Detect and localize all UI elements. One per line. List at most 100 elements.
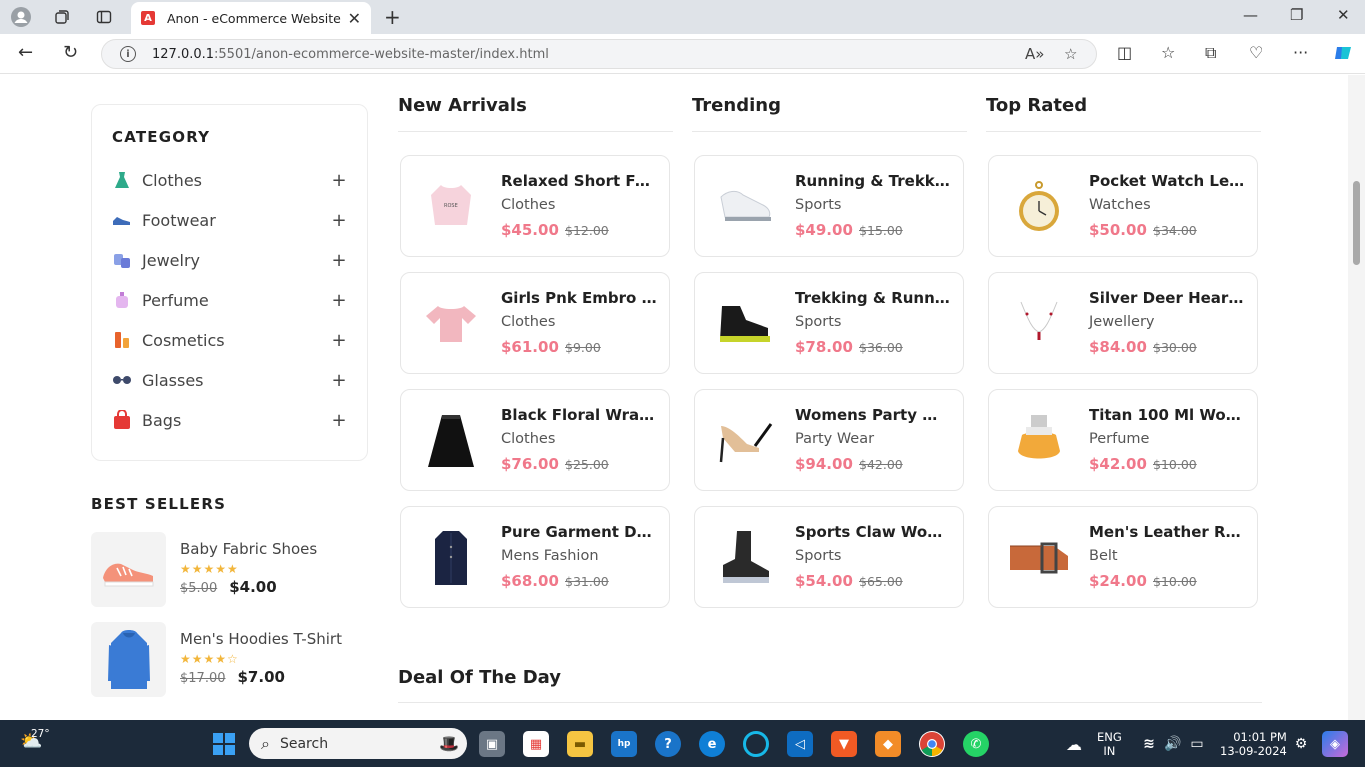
vscode-icon[interactable]: ◁: [787, 731, 813, 757]
product-category[interactable]: Clothes: [501, 314, 555, 330]
read-aloud-icon[interactable]: A»: [1025, 45, 1044, 63]
product-image[interactable]: [415, 520, 487, 596]
chrome-icon[interactable]: [919, 731, 945, 757]
help-icon[interactable]: ?: [655, 731, 681, 757]
product-name[interactable]: Running & Trekking Shoes - White: [795, 172, 953, 190]
product-image[interactable]: [415, 286, 487, 362]
taskbar-search[interactable]: ⌕ Search 🎩: [249, 728, 467, 759]
product-name[interactable]: Pocket Watch Leather Pouch: [1089, 172, 1247, 190]
product-name[interactable]: Sports Claw Women's Shoes: [795, 523, 953, 541]
product-name[interactable]: Pure Garment Dyed Cotton Shirt: [501, 523, 659, 541]
product-category[interactable]: Watches: [1089, 197, 1151, 213]
product-image[interactable]: [1003, 286, 1075, 362]
product-category[interactable]: Clothes: [501, 197, 555, 213]
language-indicator[interactable]: ENG IN: [1097, 730, 1122, 758]
expand-plus-icon[interactable]: +: [331, 370, 347, 391]
expand-plus-icon[interactable]: +: [331, 250, 347, 271]
volume-icon[interactable]: 🔊: [1160, 731, 1186, 757]
best-seller-name[interactable]: Men's Hoodies T-Shirt: [180, 630, 342, 648]
best-seller-name[interactable]: Baby Fabric Shoes: [180, 540, 317, 558]
top-rated-product-card[interactable]: Men's Leather Reversible Belt Belt $24.00 $…: [988, 506, 1258, 608]
task-view-icon[interactable]: ▣: [479, 731, 505, 757]
restore-icon[interactable]: ❐: [1290, 6, 1303, 24]
more-menu-icon[interactable]: ···: [1293, 43, 1308, 62]
product-image[interactable]: [1003, 403, 1075, 479]
product-image[interactable]: [1003, 169, 1075, 245]
product-image[interactable]: [415, 403, 487, 479]
top-rated-product-card[interactable]: Pocket Watch Leather Pouch Watches $50.00 $…: [988, 155, 1258, 257]
category-item-cosmetics[interactable]: Cosmetics +: [112, 320, 347, 360]
close-window-icon[interactable]: ✕: [1337, 6, 1350, 24]
app-icon[interactable]: ◆: [875, 731, 901, 757]
product-name[interactable]: Silver Deer Heart Necklace: [1089, 289, 1247, 307]
favorite-star-icon[interactable]: ☆: [1064, 45, 1077, 63]
trending-product-card[interactable]: Running & Trekking Shoes - White Sports $4…: [694, 155, 964, 257]
top-rated-product-card[interactable]: Silver Deer Heart Necklace Jewellery $84.0…: [988, 272, 1258, 374]
split-screen-icon[interactable]: ◫: [1117, 43, 1132, 62]
product-category[interactable]: Party Wear: [795, 431, 874, 447]
product-image[interactable]: [709, 286, 781, 362]
notification-icon[interactable]: ⚙: [1288, 731, 1314, 757]
expand-plus-icon[interactable]: +: [331, 210, 347, 231]
expand-plus-icon[interactable]: +: [331, 410, 347, 431]
product-image[interactable]: [709, 520, 781, 596]
category-item-bags[interactable]: Bags +: [112, 400, 347, 440]
onedrive-icon[interactable]: ☁: [1061, 731, 1087, 757]
trending-product-card[interactable]: Trekking & Running Shoes - Black Sports $7…: [694, 272, 964, 374]
product-name[interactable]: Womens Party Wear Shoes: [795, 406, 953, 424]
wifi-icon[interactable]: ≋: [1136, 731, 1162, 757]
tab-actions-icon[interactable]: [93, 6, 115, 28]
clock[interactable]: 01:01 PM 13-09-2024: [1220, 730, 1287, 758]
myhp-icon[interactable]: hp: [611, 731, 637, 757]
expand-plus-icon[interactable]: +: [331, 170, 347, 191]
product-category[interactable]: Mens Fashion: [501, 548, 599, 564]
new-arrivals-product-card[interactable]: Black Floral Wrap Midi Skirt Clothes $76.0…: [400, 389, 670, 491]
product-category[interactable]: Belt: [1089, 548, 1118, 564]
new-arrivals-product-card[interactable]: ROSE Relaxed Short Full Sleeve T-Shirt Clo…: [400, 155, 670, 257]
product-image[interactable]: [709, 169, 781, 245]
expand-plus-icon[interactable]: +: [331, 290, 347, 311]
product-image[interactable]: [1003, 520, 1075, 596]
favorites-icon[interactable]: ☆: [1161, 43, 1175, 62]
trending-product-card[interactable]: Womens Party Wear Shoes Party Wear $94.00 $…: [694, 389, 964, 491]
product-name[interactable]: Titan 100 Ml Womens Perfume: [1089, 406, 1247, 424]
minimize-icon[interactable]: —: [1243, 6, 1258, 24]
url-bar[interactable]: i 127.0.0.1 :5501/anon-ecommerce-website…: [101, 39, 1097, 69]
product-image[interactable]: [709, 403, 781, 479]
product-name[interactable]: Relaxed Short Full Sleeve T-Shirt: [501, 172, 659, 190]
best-seller-item[interactable]: Men's Hoodies T-Shirt ★★★★☆ $17.00 $7.00: [91, 622, 368, 697]
product-name[interactable]: Trekking & Running Shoes - Black: [795, 289, 953, 307]
browser-essentials-icon[interactable]: ♡: [1249, 43, 1263, 62]
product-image[interactable]: ROSE: [415, 169, 487, 245]
tab-active[interactable]: A Anon - eCommerce Website ✕: [131, 2, 371, 34]
copilot-icon[interactable]: [1333, 43, 1353, 67]
product-category[interactable]: Clothes: [501, 431, 555, 447]
category-item-footwear[interactable]: Footwear +: [112, 200, 347, 240]
whatsapp-icon[interactable]: ✆: [963, 731, 989, 757]
scrollbar-thumb[interactable]: [1353, 181, 1360, 265]
product-name[interactable]: Black Floral Wrap Midi Skirt: [501, 406, 659, 424]
microsoft-store-icon[interactable]: ▦: [523, 731, 549, 757]
expand-plus-icon[interactable]: +: [331, 330, 347, 351]
brave-icon[interactable]: ▼: [831, 731, 857, 757]
hoodie-image[interactable]: [91, 622, 166, 697]
top-rated-product-card[interactable]: Titan 100 Ml Womens Perfume Perfume $42.00…: [988, 389, 1258, 491]
product-category[interactable]: Sports: [795, 548, 841, 564]
page-scrollbar[interactable]: [1348, 75, 1365, 720]
baby-shoes-image[interactable]: [91, 532, 166, 607]
edge-icon[interactable]: e: [699, 731, 725, 757]
category-item-perfume[interactable]: Perfume +: [112, 280, 347, 320]
category-item-glasses[interactable]: Glasses +: [112, 360, 347, 400]
site-info-icon[interactable]: i: [120, 46, 136, 62]
back-icon[interactable]: ←: [18, 42, 33, 63]
product-category[interactable]: Sports: [795, 314, 841, 330]
product-name[interactable]: Girls Pnk Embro Design Top: [501, 289, 659, 307]
workspaces-icon[interactable]: [51, 6, 73, 28]
windows-start-icon[interactable]: [211, 731, 237, 757]
collections-icon[interactable]: ⧉: [1205, 43, 1216, 63]
product-category[interactable]: Jewellery: [1089, 314, 1155, 330]
close-tab-icon[interactable]: ✕: [348, 9, 361, 28]
new-arrivals-product-card[interactable]: Girls Pnk Embro Design Top Clothes $61.00 $…: [400, 272, 670, 374]
battery-icon[interactable]: ▭: [1184, 731, 1210, 757]
file-explorer-icon[interactable]: ▬: [567, 731, 593, 757]
